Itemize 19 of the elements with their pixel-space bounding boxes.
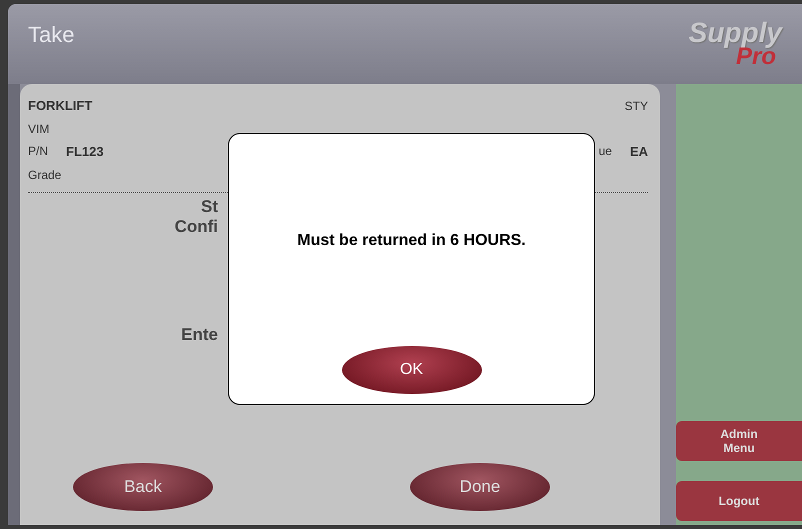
ok-button[interactable]: OK [342,346,482,394]
instruction-text: Confi [174,217,218,237]
admin-menu-button[interactable]: Admin Menu [676,421,802,461]
pn-value: FL123 [66,144,104,159]
item-name: FORKLIFT [28,98,92,113]
item-code: STY [624,98,648,112]
instruction-text: Ente [181,325,218,345]
screen-title: Take [28,21,74,48]
done-button[interactable]: Done [410,463,550,511]
dialog-message: Must be returned in 6 HOURS. [297,232,526,250]
item-label: VIM [28,122,50,136]
item-label: Grade [28,168,62,182]
logo: Supply Pro [688,16,782,68]
unit-label: ue [598,144,612,159]
instruction-text: St [201,197,218,217]
pn-label: P/N [28,144,48,159]
logout-button[interactable]: Logout [676,481,802,521]
unit-value: EA [630,144,648,159]
back-button[interactable]: Back [73,463,213,511]
